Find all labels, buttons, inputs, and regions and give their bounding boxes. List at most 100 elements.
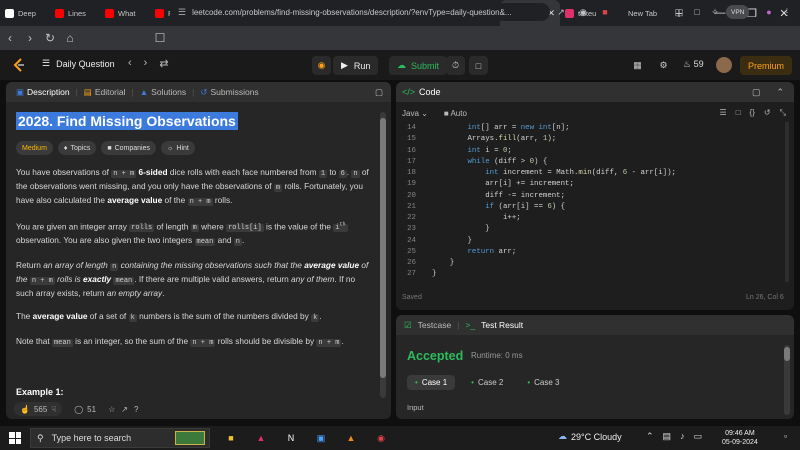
- scrollbar-thumb[interactable]: [380, 118, 386, 378]
- daily-question-link[interactable]: ☰ Daily Question: [42, 58, 115, 69]
- case-tab-3[interactable]: • Case 3: [519, 375, 567, 390]
- test-scrollbar[interactable]: [784, 345, 790, 415]
- code-line[interactable]: 22 i++;: [396, 213, 794, 224]
- prev-problem-button[interactable]: ‹: [128, 57, 132, 70]
- fullscreen-icon[interactable]: ⤡: [780, 108, 786, 118]
- share-icon[interactable]: ↗: [121, 405, 128, 414]
- auto-mode[interactable]: ■ Auto: [444, 109, 467, 118]
- forward-button[interactable]: ›: [20, 28, 40, 48]
- star-icon[interactable]: ☆: [108, 405, 115, 414]
- help-icon[interactable]: ?: [134, 405, 138, 414]
- code-line[interactable]: 18 int increment = Math.min(diff, 6 - ar…: [396, 168, 794, 179]
- code-line[interactable]: 27}: [396, 269, 794, 280]
- debug-icon[interactable]: ◉: [312, 56, 331, 75]
- show-hidden-icons[interactable]: ⌃: [646, 431, 654, 442]
- premium-button[interactable]: Premium: [740, 56, 793, 75]
- weather-widget[interactable]: ☁ 29°C Cloudy: [558, 431, 622, 442]
- code-line[interactable]: 21 if (arr[i] == 6) {: [396, 202, 794, 213]
- hint-chip[interactable]: ☼ Hint: [160, 141, 195, 155]
- tab-test-result[interactable]: Test Result: [481, 320, 523, 330]
- browser-tab[interactable]: New Tab: [610, 0, 664, 26]
- timer-icon[interactable]: ⏱: [446, 56, 465, 75]
- wallet-icon[interactable]: □: [688, 3, 706, 21]
- file-explorer-icon[interactable]: ■: [222, 429, 240, 447]
- companies-chip[interactable]: ■ Companies: [101, 141, 156, 155]
- tab-description[interactable]: ▣ Description: [12, 87, 74, 98]
- settings-gear-icon[interactable]: ⚙: [654, 56, 673, 75]
- windows-start-icon[interactable]: [9, 432, 21, 444]
- layout-icon[interactable]: ▦: [628, 56, 647, 75]
- browser-tab[interactable]: Deep: [0, 0, 50, 26]
- next-problem-button[interactable]: ›: [144, 57, 148, 70]
- taskbar-search[interactable]: ⚲ Type here to search: [30, 428, 210, 448]
- submit-button[interactable]: ☁ Submit: [389, 56, 448, 75]
- chrome-icon[interactable]: ◉: [372, 429, 390, 447]
- description-scrollbar[interactable]: [380, 112, 386, 398]
- brave-browser-icon[interactable]: ▲: [252, 429, 270, 447]
- share-icon[interactable]: ↗: [552, 3, 570, 21]
- tab-editorial[interactable]: ▤ Editorial: [80, 87, 130, 98]
- code-line[interactable]: 15 Arrays.fill(arr, 1);: [396, 134, 794, 145]
- shuffle-icon[interactable]: ⇄: [159, 57, 168, 70]
- volume-icon[interactable]: ♪: [680, 431, 685, 442]
- back-button[interactable]: ‹: [0, 28, 20, 48]
- code-line[interactable]: 17 while (diff > 0) {: [396, 157, 794, 168]
- thumbs-down-icon[interactable]: ☟: [51, 405, 56, 414]
- vlc-icon[interactable]: ▲: [342, 429, 360, 447]
- code-editor[interactable]: 14 int[] arr = new int[n]; 15 Arrays.fill…: [396, 123, 794, 287]
- maximize-icon[interactable]: ▢: [752, 87, 761, 98]
- code-line[interactable]: 23 }: [396, 224, 794, 235]
- browser-menu-icon[interactable]: ⋮: [778, 3, 796, 21]
- sidebar-icon[interactable]: ◫: [670, 3, 688, 21]
- address-bar: ‹ › ↻ ⌂ ☐: [0, 26, 800, 50]
- notifications-icon[interactable]: ▫: [784, 431, 787, 441]
- code-line[interactable]: 19 arr[i] += increment;: [396, 179, 794, 190]
- topics-chip[interactable]: ♦ Topics: [57, 141, 97, 155]
- tab-solutions[interactable]: ▲ Solutions: [136, 87, 190, 97]
- scrollbar-thumb[interactable]: [784, 347, 790, 361]
- notes-icon[interactable]: □: [469, 56, 488, 75]
- code-scrollbar[interactable]: [784, 122, 790, 282]
- comments-button[interactable]: ◯ 51: [68, 402, 102, 416]
- home-icon[interactable]: ⌂: [60, 28, 80, 48]
- leetcode-logo-icon[interactable]: [12, 58, 26, 72]
- url-field[interactable]: ☰ leetcode.com/problems/find-missing-obs…: [170, 3, 550, 21]
- tab-submissions[interactable]: ↺ Submissions: [196, 87, 262, 98]
- ublock-icon[interactable]: ■: [596, 3, 614, 21]
- system-clock[interactable]: 09:46 AM 05-09-2024: [722, 429, 758, 447]
- network-icon[interactable]: ▤: [663, 431, 672, 442]
- browser-tab[interactable]: What: [100, 0, 150, 26]
- code-line[interactable]: 25 return arr;: [396, 247, 794, 258]
- extensions-puzzle-icon[interactable]: ✧: [706, 3, 724, 21]
- intellij-icon[interactable]: ▣: [312, 429, 330, 447]
- code-line[interactable]: 26 }: [396, 258, 794, 269]
- browser-tab[interactable]: Lines: [50, 0, 100, 26]
- notion-icon[interactable]: N: [282, 429, 300, 447]
- vpn-button[interactable]: VPN: [726, 5, 750, 19]
- case-tab-1[interactable]: • Case 1: [407, 375, 456, 390]
- bookmark-icon[interactable]: ☐: [150, 28, 170, 48]
- expand-icon[interactable]: ▢: [375, 87, 383, 98]
- code-line[interactable]: 14 int[] arr = new int[n];: [396, 123, 794, 134]
- like-button[interactable]: ☝ 565 ☟: [14, 402, 63, 416]
- reload-button[interactable]: ↻: [40, 28, 60, 48]
- extension-icon[interactable]: ◉: [574, 3, 592, 21]
- code-line[interactable]: 16 int i = 0;: [396, 146, 794, 157]
- format-icon[interactable]: ☰: [720, 108, 727, 118]
- problem-title[interactable]: 2028. Find Missing Observations: [16, 112, 238, 130]
- user-avatar[interactable]: [716, 57, 732, 73]
- streak-counter[interactable]: ♨ 59: [683, 59, 704, 70]
- case-tab-2[interactable]: • Case 2: [463, 375, 511, 390]
- collapse-chevron-icon[interactable]: ⌃: [776, 87, 784, 98]
- site-info-icon[interactable]: ☰: [178, 7, 186, 18]
- bookmark-icon[interactable]: □: [736, 108, 741, 118]
- profile-icon[interactable]: ●: [760, 3, 778, 21]
- braces-icon[interactable]: {}: [750, 108, 755, 118]
- reset-icon[interactable]: ↺: [764, 108, 771, 118]
- language-select[interactable]: Java ⌄: [402, 109, 428, 118]
- battery-icon[interactable]: ▭: [694, 431, 703, 442]
- tab-testcase[interactable]: Testcase: [418, 320, 452, 330]
- code-line[interactable]: 24 }: [396, 236, 794, 247]
- run-button[interactable]: ▶ Run: [333, 56, 379, 75]
- code-line[interactable]: 20 diff -= increment;: [396, 191, 794, 202]
